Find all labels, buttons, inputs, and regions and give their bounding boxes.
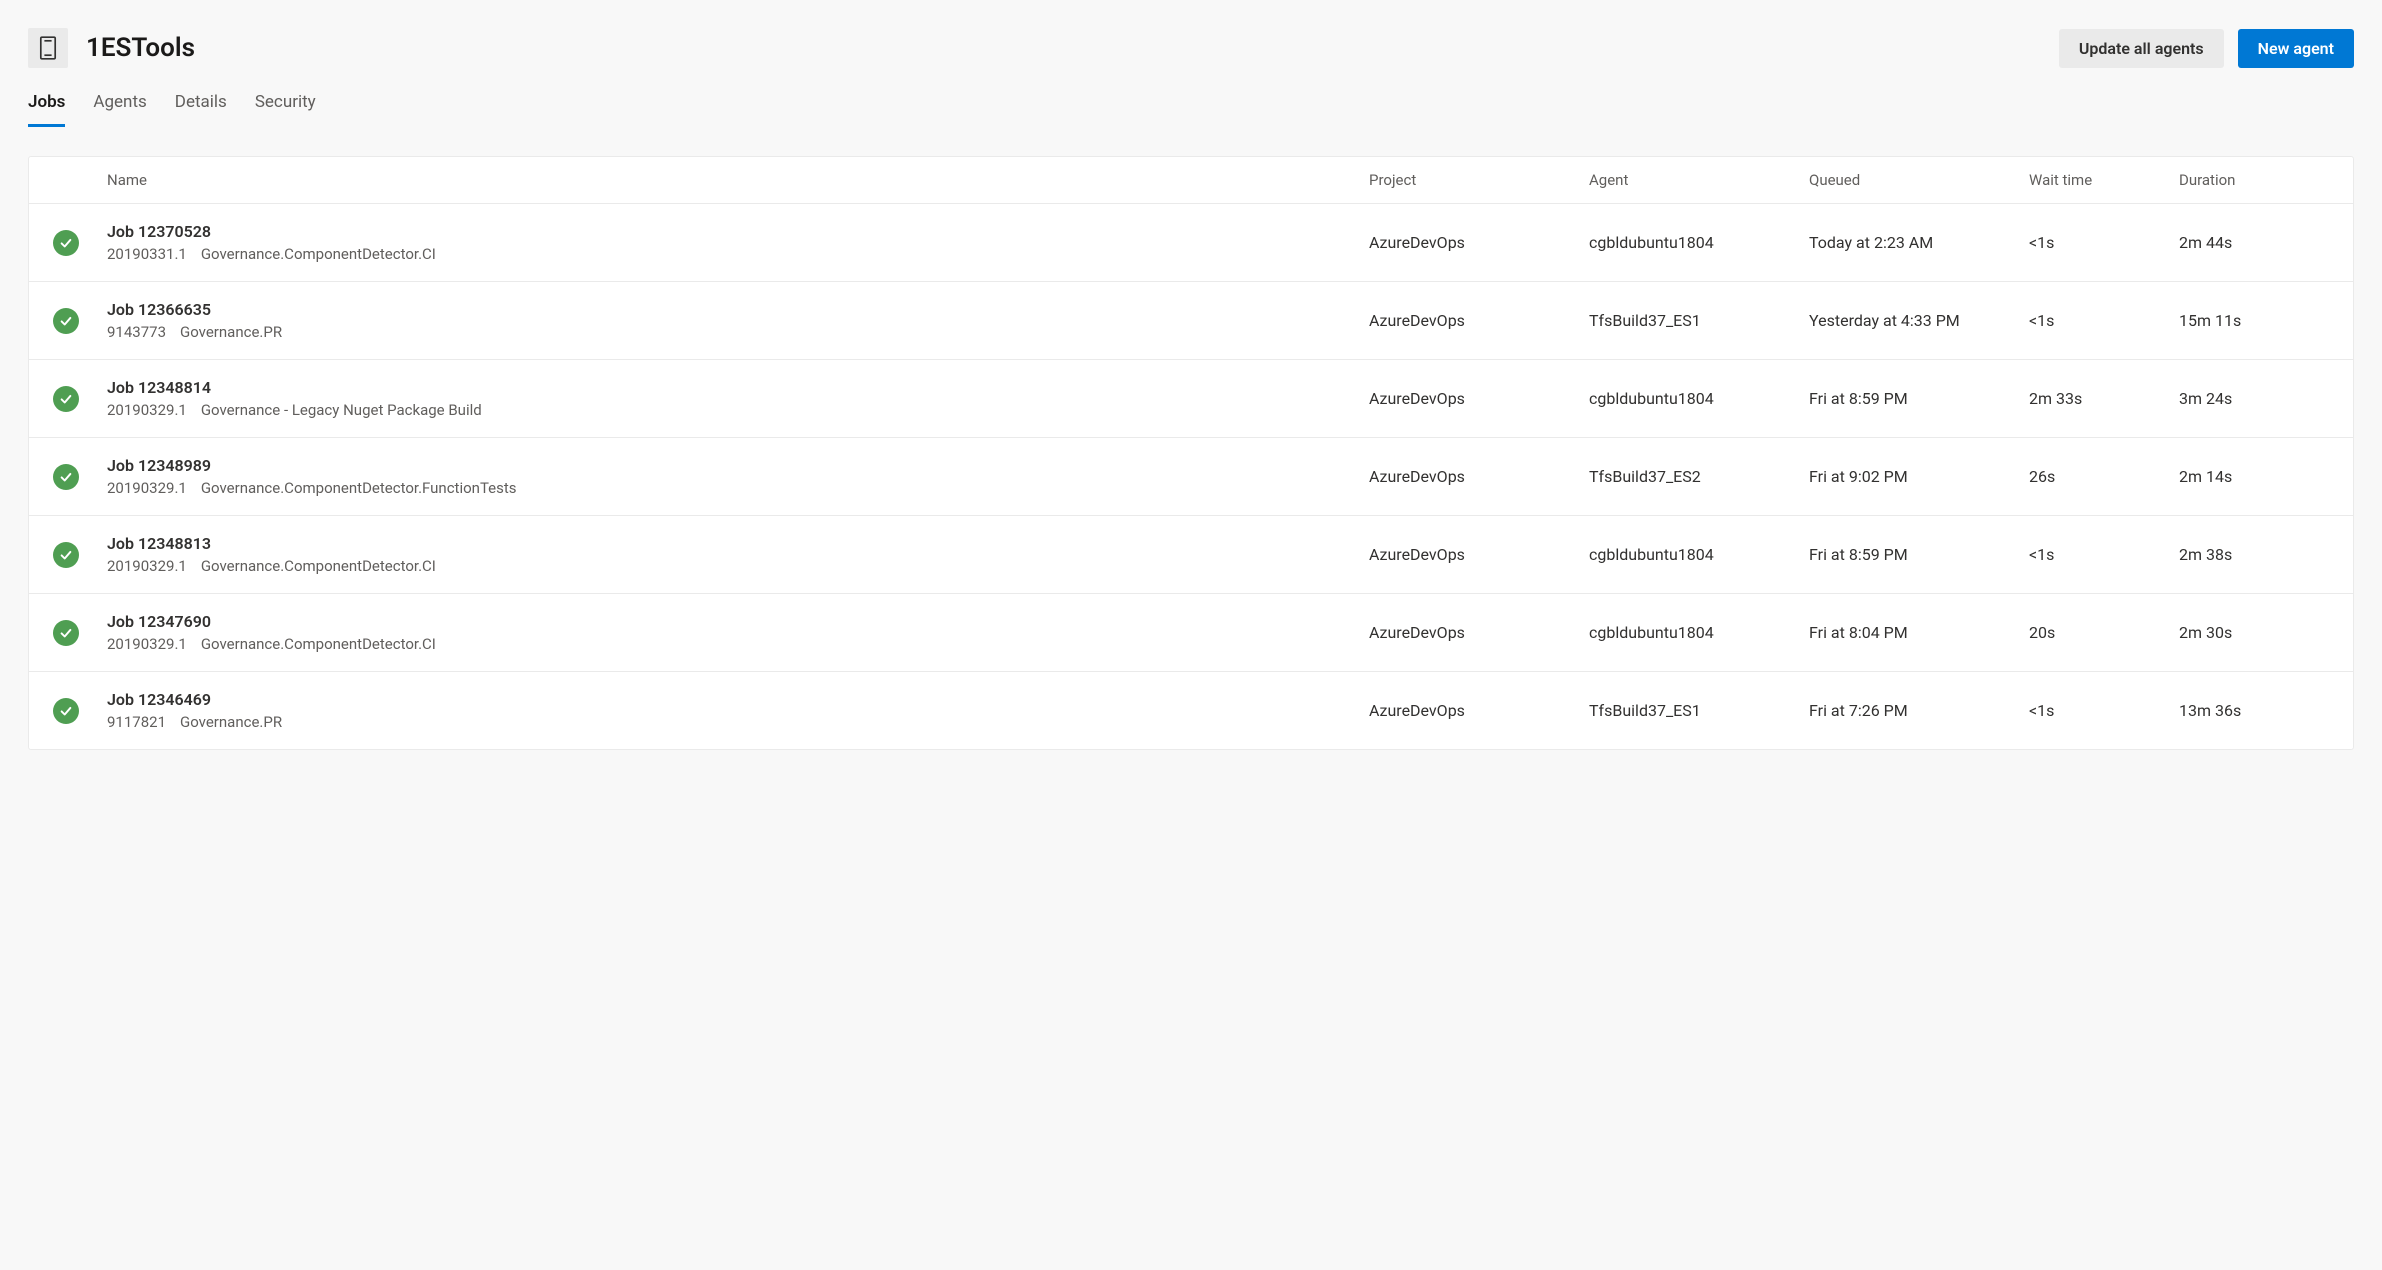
job-pipeline: Governance.ComponentDetector.FunctionTes… (201, 479, 517, 497)
table-header-row: Name Project Agent Queued Wait time Dura… (29, 157, 2353, 204)
column-header-queued[interactable]: Queued (1809, 171, 2029, 189)
success-icon (53, 386, 79, 412)
job-wait-time: <1s (2029, 311, 2179, 330)
job-name: Job 12348814 (107, 378, 1369, 397)
job-agent: cgbldubuntu1804 (1589, 233, 1809, 252)
job-name: Job 12348989 (107, 456, 1369, 475)
success-icon (53, 698, 79, 724)
column-header-agent[interactable]: Agent (1589, 171, 1809, 189)
job-pipeline: Governance.ComponentDetector.CI (201, 557, 436, 575)
job-duration: 13m 36s (2179, 701, 2329, 720)
column-header-duration[interactable]: Duration (2179, 171, 2329, 189)
job-pipeline: Governance.PR (180, 713, 282, 731)
job-duration: 2m 44s (2179, 233, 2329, 252)
table-row[interactable]: Job 12348989 20190329.1 Governance.Compone… (29, 438, 2353, 516)
job-queued: Today at 2:23 AM (1809, 233, 2029, 252)
tab-jobs[interactable]: Jobs (28, 92, 65, 127)
job-name: Job 12347690 (107, 612, 1369, 631)
job-build-number: 20190329.1 (107, 557, 187, 575)
job-queued: Fri at 8:59 PM (1809, 389, 2029, 408)
job-build-number: 20190329.1 (107, 635, 187, 653)
table-row[interactable]: Job 12347690 20190329.1 Governance.Compone… (29, 594, 2353, 672)
job-pipeline: Governance - Legacy Nuget Package Build (201, 401, 482, 419)
job-queued: Fri at 8:04 PM (1809, 623, 2029, 642)
job-name: Job 12370528 (107, 222, 1369, 241)
job-agent: cgbldubuntu1804 (1589, 623, 1809, 642)
job-wait-time: <1s (2029, 701, 2179, 720)
job-project: AzureDevOps (1369, 389, 1589, 408)
table-row[interactable]: Job 12348814 20190329.1 Governance - Legac… (29, 360, 2353, 438)
job-name: Job 12348813 (107, 534, 1369, 553)
job-agent: cgbldubuntu1804 (1589, 389, 1809, 408)
column-header-project[interactable]: Project (1369, 171, 1589, 189)
table-row[interactable]: Job 12366635 9143773 Governance.PR AzureDev… (29, 282, 2353, 360)
job-duration: 2m 30s (2179, 623, 2329, 642)
job-agent: cgbldubuntu1804 (1589, 545, 1809, 564)
success-icon (53, 542, 79, 568)
job-wait-time: 26s (2029, 467, 2179, 486)
job-project: AzureDevOps (1369, 467, 1589, 486)
job-project: AzureDevOps (1369, 623, 1589, 642)
job-project: AzureDevOps (1369, 545, 1589, 564)
success-icon (53, 230, 79, 256)
job-agent: TfsBuild37_ES2 (1589, 467, 1809, 486)
job-duration: 2m 38s (2179, 545, 2329, 564)
page-title: 1ESTools (86, 33, 195, 63)
pool-icon (28, 28, 68, 68)
job-project: AzureDevOps (1369, 701, 1589, 720)
job-project: AzureDevOps (1369, 233, 1589, 252)
job-agent: TfsBuild37_ES1 (1589, 701, 1809, 720)
success-icon (53, 308, 79, 334)
success-icon (53, 464, 79, 490)
job-name: Job 12346469 (107, 690, 1369, 709)
job-pipeline: Governance.PR (180, 323, 282, 341)
job-name: Job 12366635 (107, 300, 1369, 319)
tab-agents[interactable]: Agents (93, 92, 146, 127)
job-build-number: 20190329.1 (107, 401, 187, 419)
job-wait-time: <1s (2029, 545, 2179, 564)
job-pipeline: Governance.ComponentDetector.CI (201, 635, 436, 653)
job-duration: 15m 11s (2179, 311, 2329, 330)
new-agent-button[interactable]: New agent (2238, 29, 2354, 68)
table-row[interactable]: Job 12370528 20190331.1 Governance.Compone… (29, 204, 2353, 282)
jobs-table: Name Project Agent Queued Wait time Dura… (28, 156, 2354, 750)
tab-security[interactable]: Security (255, 92, 316, 127)
job-build-number: 9143773 (107, 323, 166, 341)
tab-details[interactable]: Details (175, 92, 227, 127)
job-queued: Fri at 8:59 PM (1809, 545, 2029, 564)
table-row[interactable]: Job 12346469 9117821 Governance.PR AzureDev… (29, 672, 2353, 749)
job-duration: 2m 14s (2179, 467, 2329, 486)
job-wait-time: 20s (2029, 623, 2179, 642)
job-queued: Fri at 7:26 PM (1809, 701, 2029, 720)
job-build-number: 20190331.1 (107, 245, 187, 263)
column-header-name[interactable]: Name (107, 171, 1369, 189)
job-wait-time: <1s (2029, 233, 2179, 252)
job-build-number: 9117821 (107, 713, 166, 731)
table-row[interactable]: Job 12348813 20190329.1 Governance.Compone… (29, 516, 2353, 594)
job-project: AzureDevOps (1369, 311, 1589, 330)
job-queued: Yesterday at 4:33 PM (1809, 311, 2029, 330)
job-wait-time: 2m 33s (2029, 389, 2179, 408)
tabs: Jobs Agents Details Security (28, 92, 2354, 128)
job-duration: 3m 24s (2179, 389, 2329, 408)
job-agent: TfsBuild37_ES1 (1589, 311, 1809, 330)
success-icon (53, 620, 79, 646)
job-queued: Fri at 9:02 PM (1809, 467, 2029, 486)
job-pipeline: Governance.ComponentDetector.CI (201, 245, 436, 263)
column-header-wait-time[interactable]: Wait time (2029, 171, 2179, 189)
update-all-agents-button[interactable]: Update all agents (2059, 29, 2224, 68)
job-build-number: 20190329.1 (107, 479, 187, 497)
